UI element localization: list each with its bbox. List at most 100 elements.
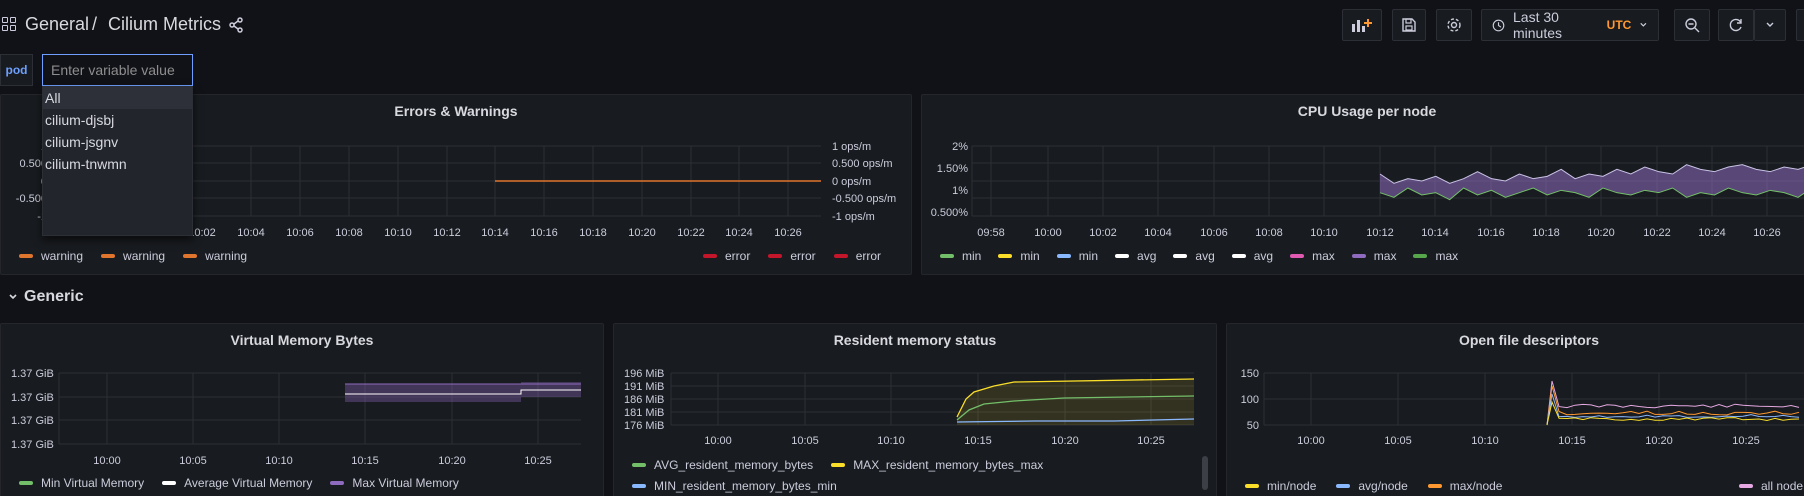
cpu-x-axis: 09:58 10:00 10:02 10:04 10:06 10:08 10:1…	[977, 227, 1781, 239]
x-tick: 10:04	[1144, 227, 1172, 239]
cpu-series	[1379, 164, 1804, 201]
legend-item[interactable]: avg	[1173, 249, 1215, 263]
x-tick: 10:10	[877, 435, 905, 447]
cpu-band-area	[1380, 164, 1804, 200]
x-tick: 10:00	[1034, 227, 1062, 239]
errors-y-right-axis: 1 ops/m 0.500 ops/m 0 ops/m -0.500 ops/m…	[832, 141, 896, 223]
panel-resident-memory: Resident memory status 196 MiB 191 MiB 1…	[613, 323, 1217, 496]
dashboard-settings-button[interactable]	[1436, 9, 1472, 41]
pod-variable-dropdown: All cilium-djsbj cilium-jsgnv cilium-tnw…	[42, 86, 193, 236]
resmem-legend: AVG_resident_memory_bytes MAX_resident_m…	[632, 458, 1043, 472]
legend-item[interactable]: max	[1351, 249, 1396, 263]
x-tick: 10:20	[438, 455, 466, 467]
y-tick: 186 MiB	[624, 394, 664, 406]
fds-series	[1546, 380, 1800, 426]
x-tick: 10:14	[481, 227, 509, 239]
chevron-down-icon	[1640, 22, 1647, 27]
x-tick: 10:26	[774, 227, 802, 239]
legend-item[interactable]: max	[1413, 249, 1458, 263]
share-icon[interactable]	[228, 17, 244, 36]
legend-item[interactable]: warning	[101, 249, 165, 263]
zoom-out-button[interactable]	[1674, 9, 1710, 41]
dropdown-option[interactable]: cilium-tnwmn	[43, 153, 192, 175]
dropdown-option[interactable]: cilium-jsgnv	[43, 131, 192, 153]
legend-item[interactable]: error	[833, 249, 881, 263]
legend-item[interactable]: Min Virtual Memory	[19, 476, 144, 490]
dropdown-option-all[interactable]: All	[43, 87, 192, 109]
refresh-interval-dropdown[interactable]	[1754, 9, 1786, 41]
x-tick: 10:10	[1310, 227, 1338, 239]
y-tick: 2%	[952, 141, 968, 153]
x-tick: 10:25	[1137, 435, 1165, 447]
x-tick: 10:02	[1089, 227, 1117, 239]
dashboard-title[interactable]: Cilium Metrics	[108, 14, 221, 35]
fds-x-axis: 10:00 10:05 10:10 10:15 10:20 10:25	[1297, 435, 1760, 447]
panel-virtual-memory: Virtual Memory Bytes 1.37 GiB 1.37 GiB 1…	[0, 323, 604, 496]
x-tick: 10:05	[1384, 435, 1412, 447]
cpu-y-axis: 2% 1.50% 1% 0.500%	[931, 141, 969, 219]
x-tick: 10:08	[335, 227, 363, 239]
y-right-tick: 0 ops/m	[832, 176, 871, 188]
legend-item[interactable]: Average Virtual Memory	[162, 476, 312, 490]
pod-variable-input[interactable]	[42, 54, 193, 86]
zoom-out-icon	[1685, 18, 1700, 33]
view-mode-button[interactable]	[1796, 9, 1804, 41]
y-tick: 150	[1241, 368, 1259, 380]
x-tick: 10:20	[1645, 435, 1673, 447]
legend-item[interactable]: max/node	[1427, 479, 1502, 493]
legend-item[interactable]: MIN_resident_memory_bytes_min	[632, 479, 837, 493]
legend-item[interactable]: all node	[1739, 479, 1803, 493]
refresh-button[interactable]	[1718, 9, 1754, 41]
legend-item[interactable]: error	[703, 249, 750, 263]
y-tick: 1.37 GiB	[11, 392, 54, 404]
chevron-down-icon	[1766, 22, 1774, 27]
x-tick: 10:14	[1421, 227, 1449, 239]
x-tick: 10:20	[1587, 227, 1615, 239]
x-tick: 10:18	[1532, 227, 1560, 239]
row-header-generic[interactable]: Generic	[8, 288, 84, 306]
y-tick: 0.500%	[931, 207, 969, 219]
legend-item[interactable]: MAX_resident_memory_bytes_max	[831, 458, 1043, 472]
legend-item[interactable]: warning	[183, 249, 247, 263]
legend-item[interactable]: min	[998, 249, 1040, 263]
dropdown-option[interactable]: cilium-djsbj	[43, 109, 192, 131]
x-tick: 10:10	[265, 455, 293, 467]
x-tick: 10:05	[179, 455, 207, 467]
y-tick: 1.37 GiB	[11, 439, 54, 451]
breadcrumb-folder[interactable]: General	[25, 14, 89, 35]
add-panel-button[interactable]	[1342, 9, 1382, 41]
legend-item[interactable]: min	[940, 249, 981, 263]
legend-item[interactable]: avg	[1231, 249, 1273, 263]
x-tick: 10:20	[628, 227, 656, 239]
y-tick: 176 MiB	[624, 420, 664, 432]
add-panel-icon	[1352, 19, 1372, 32]
x-tick: 10:04	[237, 227, 265, 239]
chevron-down-icon	[9, 294, 17, 300]
errors-legend-left: warning warning warning	[19, 249, 247, 263]
time-range-picker[interactable]: Last 30 minutes UTC	[1481, 9, 1659, 41]
save-dashboard-button[interactable]	[1392, 9, 1426, 41]
panel-open-file-descriptors: Open file descriptors 150 100 50 10:00 1…	[1226, 323, 1804, 496]
panel-cpu-usage: CPU Usage per node 2% 1.50% 1% 0.500% 09…	[921, 94, 1804, 275]
legend-item[interactable]: avg/node	[1336, 479, 1408, 493]
legend-item[interactable]: error	[768, 249, 816, 263]
x-tick: 10:15	[1558, 435, 1586, 447]
legend-item[interactable]: min/node	[1245, 479, 1316, 493]
y-tick: 181 MiB	[624, 407, 664, 419]
row-title: Generic	[24, 288, 84, 305]
vmem-y-axis: 1.37 GiB 1.37 GiB 1.37 GiB 1.37 GiB	[11, 368, 54, 451]
dashboards-grid-icon[interactable]	[2, 17, 16, 31]
y-tick: 1.50%	[937, 163, 968, 175]
x-tick: 10:00	[93, 455, 121, 467]
legend-item[interactable]: max	[1290, 249, 1335, 263]
vmem-x-axis: 10:00 10:05 10:10 10:15 10:20 10:25	[93, 455, 552, 467]
legend-scrollbar[interactable]	[1202, 456, 1208, 490]
x-tick: 10:00	[1297, 435, 1325, 447]
legend-item[interactable]: min	[1056, 249, 1098, 263]
legend-item[interactable]: warning	[19, 249, 83, 263]
x-tick: 10:10	[1471, 435, 1499, 447]
legend-item[interactable]: Max Virtual Memory	[330, 476, 459, 490]
resmem-y-axis: 196 MiB 191 MiB 186 MiB 181 MiB 176 MiB	[624, 368, 664, 432]
legend-item[interactable]: AVG_resident_memory_bytes	[632, 458, 813, 472]
legend-item[interactable]: avg	[1115, 249, 1156, 263]
